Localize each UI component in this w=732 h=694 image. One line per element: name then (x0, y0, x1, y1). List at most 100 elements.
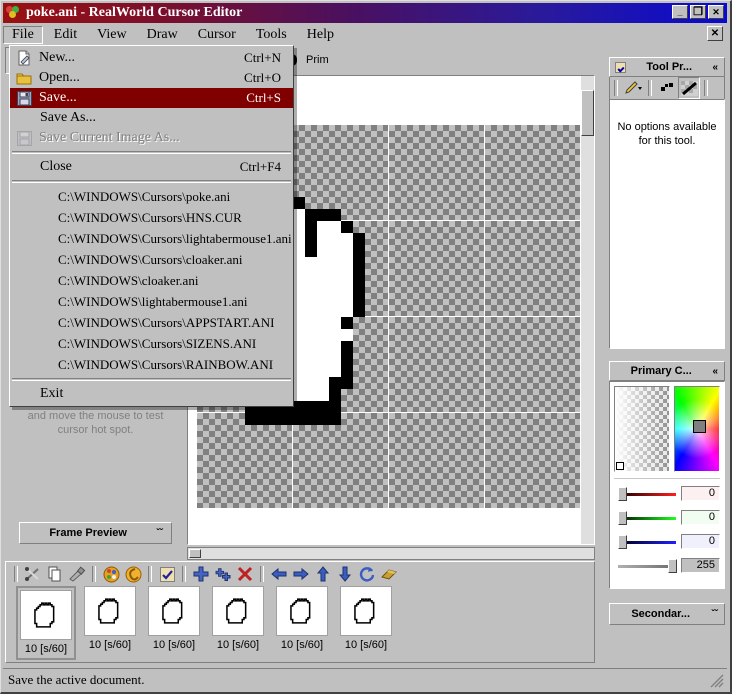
chevron-up-icon[interactable]: « (712, 366, 718, 377)
value-alpha-gradient-picker[interactable] (614, 386, 671, 472)
frame-thumbnail[interactable] (84, 586, 136, 636)
frame-thumbnail[interactable] (212, 586, 264, 636)
brush-stroke-button[interactable] (678, 77, 700, 99)
canvas-vertical-scrollbar[interactable] (581, 76, 594, 544)
frame-thumbnail[interactable] (340, 586, 392, 636)
rotate-button[interactable] (356, 563, 378, 585)
frames-toolbar (6, 562, 594, 586)
move-left-button[interactable] (268, 563, 290, 585)
paste-button[interactable] (66, 563, 88, 585)
secondary-color-header[interactable]: Secondar... ˇˇ (609, 603, 725, 625)
menu-item-new[interactable]: New... Ctrl+N (10, 48, 293, 68)
green-slider-knob[interactable] (618, 510, 627, 525)
checkbox-icon[interactable] (615, 61, 626, 73)
primary-color-header[interactable]: Primary C... « (609, 361, 725, 381)
menu-file[interactable]: File (3, 25, 43, 44)
frame-thumbnail[interactable] (148, 586, 200, 636)
menu-item-save[interactable]: Save... Ctrl+S (10, 88, 293, 108)
menu-tools[interactable]: Tools (247, 26, 296, 44)
document-close-button[interactable]: ✕ (707, 26, 723, 41)
green-value[interactable]: 0 (681, 510, 720, 525)
menu-item-close[interactable]: Close Ctrl+F4 (10, 157, 293, 177)
blue-value[interactable]: 0 (681, 534, 720, 549)
eraser-icon (381, 569, 397, 580)
close-button[interactable]: ✕ (708, 5, 724, 19)
frame-thumbnail[interactable] (276, 586, 328, 636)
blue-slider-knob[interactable] (618, 534, 627, 549)
frame-duration[interactable]: 10 [s/60] (84, 638, 136, 652)
scrollbar-thumb[interactable] (581, 90, 594, 136)
menu-item-exit[interactable]: Exit (10, 384, 293, 404)
delete-frame-button[interactable] (234, 563, 256, 585)
red-slider-knob[interactable] (618, 486, 627, 501)
frame-item[interactable]: 10 [s/60] (340, 586, 392, 660)
file-menu-popup[interactable]: New... Ctrl+N Open... Ctrl+O Save... Ctr… (9, 45, 294, 407)
pencil-dropdown-icon (625, 81, 642, 94)
frame-duration[interactable]: 10 [s/60] (212, 638, 264, 652)
chevron-down-icon[interactable]: ˇˇ (711, 609, 718, 620)
paste-brush-icon (69, 566, 86, 582)
recent-file-item[interactable]: C:\WINDOWS\Cursors\RAINBOW.ANI (10, 354, 293, 375)
menu-view[interactable]: View (88, 26, 135, 44)
frame-duration[interactable]: 10 [s/60] (20, 642, 72, 656)
move-up-button[interactable] (312, 563, 334, 585)
menu-edit[interactable]: Edit (45, 26, 86, 44)
frame-item[interactable]: 10 [s/60] (148, 586, 200, 660)
recent-file-item[interactable]: C:\WINDOWS\Cursors\lightabermouse1.ani (10, 228, 293, 249)
copy-button[interactable] (44, 563, 66, 585)
menu-draw[interactable]: Draw (138, 26, 187, 44)
cursor-pixel (329, 377, 353, 389)
eraser-button[interactable] (378, 563, 400, 585)
pencil-dropdown-button[interactable] (622, 77, 644, 99)
hue-saturation-wheel[interactable] (674, 386, 720, 472)
green-slider[interactable] (618, 510, 677, 525)
maximize-button[interactable]: ❐ (690, 5, 706, 19)
recent-file-item[interactable]: C:\WINDOWS\cloaker.ani (10, 270, 293, 291)
alpha-slider[interactable] (618, 558, 677, 573)
frame-preview-panel-header[interactable]: Frame Preview ˇˇ (19, 522, 172, 544)
frame-checkbox-button[interactable] (156, 563, 178, 585)
duplicate-frame-button[interactable] (212, 563, 234, 585)
blue-slider[interactable] (618, 534, 677, 549)
add-frame-button[interactable] (190, 563, 212, 585)
scrollbar-thumb-horizontal[interactable] (189, 549, 201, 558)
menu-item-exit-label: Exit (40, 386, 64, 401)
chevron-up-icon[interactable]: « (712, 62, 718, 73)
red-slider[interactable] (618, 486, 677, 501)
menu-help[interactable]: Help (298, 26, 343, 44)
alpha-value[interactable]: 255 (681, 558, 720, 573)
move-right-button[interactable] (290, 563, 312, 585)
red-value[interactable]: 0 (681, 486, 720, 501)
frame-duration[interactable]: 10 [s/60] (340, 638, 392, 652)
frame-item[interactable]: 10 [s/60] (212, 586, 264, 660)
tool-properties-header[interactable]: Tool Pr... « (609, 57, 725, 77)
recent-file-item[interactable]: C:\WINDOWS\Cursors\APPSTART.ANI (10, 312, 293, 333)
recent-file-item[interactable]: C:\WINDOWS\Cursors\cloaker.ani (10, 249, 293, 270)
resize-grip-icon[interactable] (710, 674, 724, 688)
recent-file-item[interactable]: C:\WINDOWS\Cursors\HNS.CUR (10, 207, 293, 228)
frame-duration[interactable]: 10 [s/60] (148, 638, 200, 652)
frame-thumbnail[interactable] (20, 590, 72, 640)
recent-file-item[interactable]: C:\WINDOWS\lightabermouse1.ani (10, 291, 293, 312)
frame-duration[interactable]: 10 [s/60] (276, 638, 328, 652)
recent-file-item[interactable]: C:\WINDOWS\Cursors\poke.ani (10, 186, 293, 207)
recent-file-item[interactable]: C:\WINDOWS\Cursors\SIZENS.ANI (10, 333, 293, 354)
menu-item-open[interactable]: Open... Ctrl+O (10, 68, 293, 88)
menu-cursor[interactable]: Cursor (189, 26, 245, 44)
cut-button[interactable] (22, 563, 44, 585)
move-down-button[interactable] (334, 563, 356, 585)
canvas-horizontal-scrollbar[interactable] (187, 547, 595, 560)
frame-item[interactable]: 10 [s/60] (16, 586, 76, 660)
hotspot-test-area[interactable]: and move the mouse to test cursor hot sp… (19, 405, 172, 500)
menu-item-save-as[interactable]: Save As... (10, 108, 293, 128)
minimize-button[interactable]: _ (672, 5, 688, 19)
recent-file-path: C:\WINDOWS\Cursors\SIZENS.ANI (58, 335, 257, 351)
pixel-pattern-button[interactable] (656, 77, 678, 99)
frame-item[interactable]: 10 [s/60] (84, 586, 136, 660)
frame-item[interactable]: 10 [s/60] (276, 586, 328, 660)
cursor-pixel (353, 233, 365, 317)
toolrow-separator (704, 80, 708, 96)
color-swirl-button[interactable] (122, 563, 144, 585)
palette-button[interactable] (100, 563, 122, 585)
alpha-slider-knob[interactable] (668, 558, 677, 573)
